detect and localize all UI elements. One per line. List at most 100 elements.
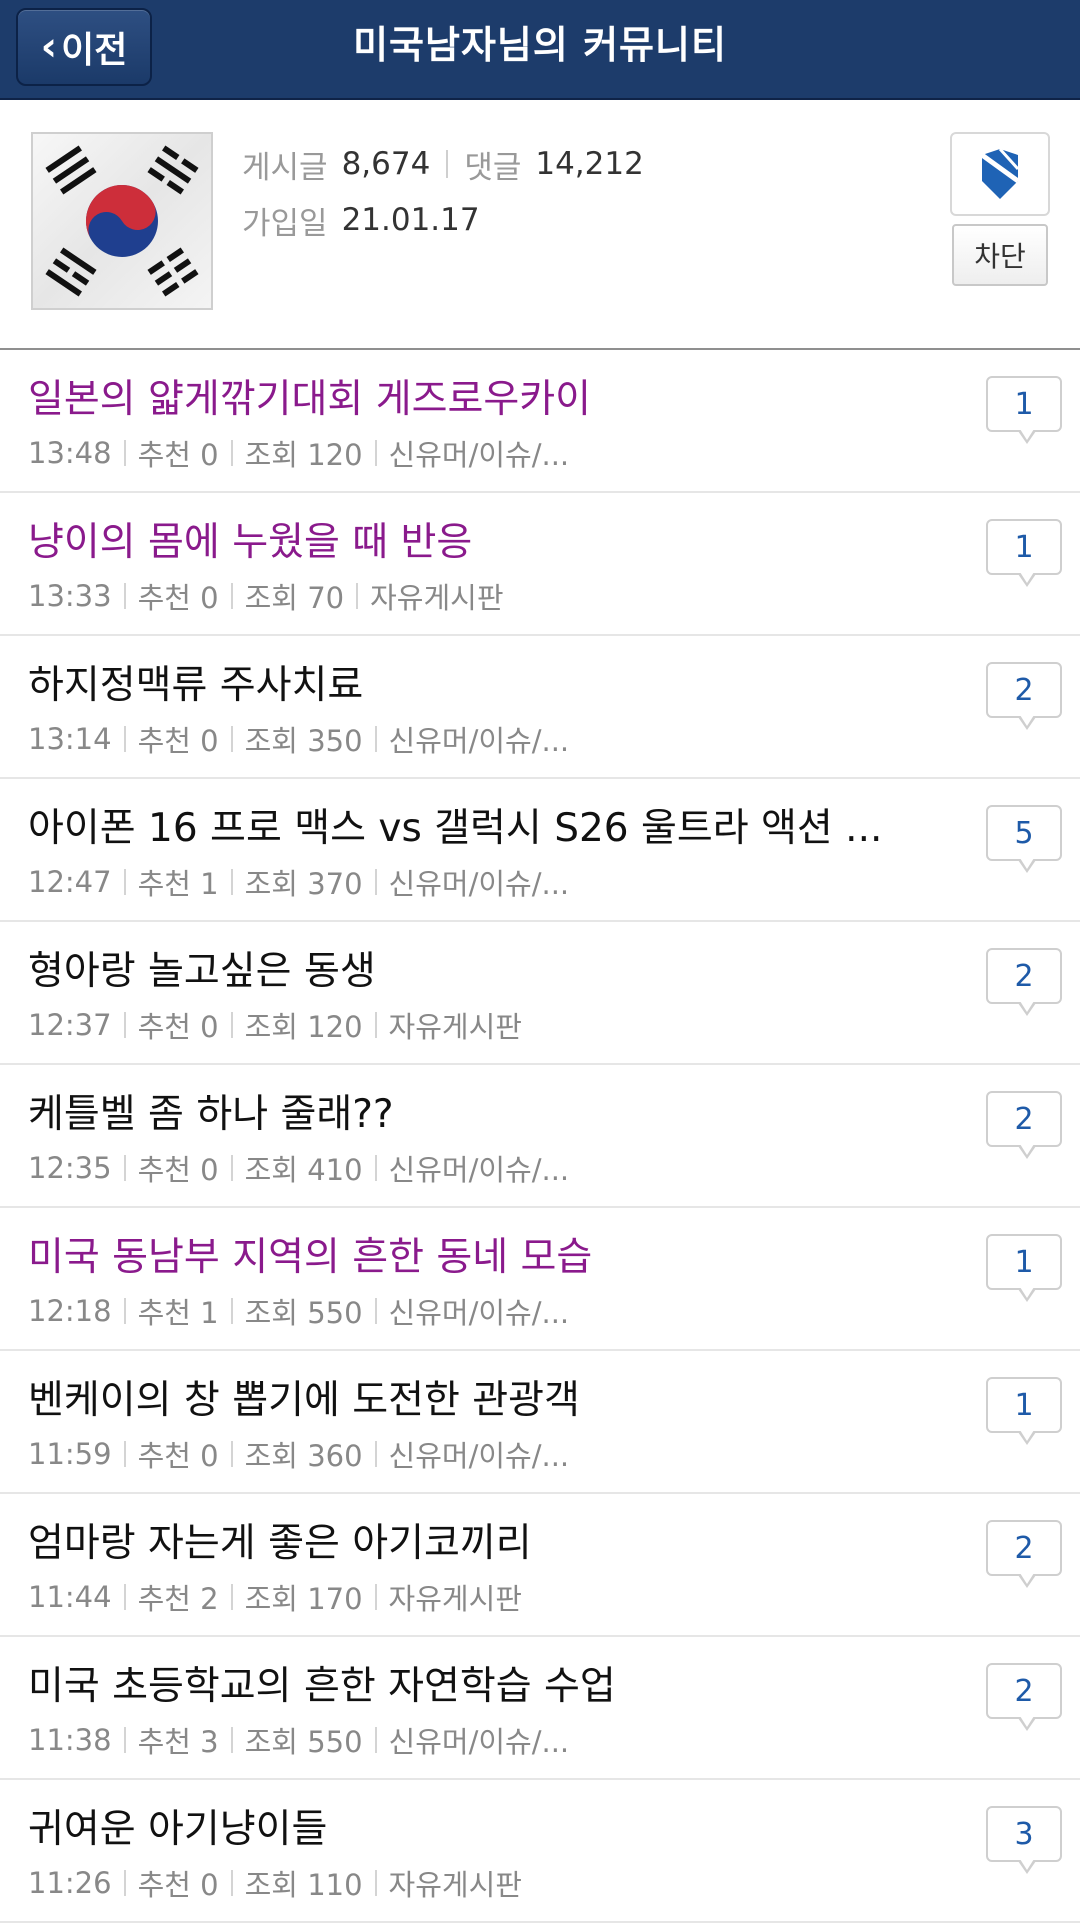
post-title[interactable]: 미국 초등학교의 흔한 자연학습 수업 (28, 1655, 616, 1711)
post-title[interactable]: 일본의 얇게깎기대회 게즈로우카이 (28, 368, 591, 424)
post-time: 11:38 (28, 1723, 112, 1757)
comment-count-badge[interactable]: 1 (986, 519, 1062, 587)
post-view-count: 조회 120 (244, 1010, 363, 1044)
post-recommend-count: 추천 0 (137, 724, 219, 758)
avatar (31, 132, 213, 310)
meta-divider (374, 1870, 377, 1896)
comments-label: 댓글 (464, 149, 522, 186)
block-button[interactable]: 차단 (952, 224, 1048, 286)
comment-count-badge[interactable]: 2 (986, 662, 1062, 730)
meta-divider (230, 1870, 233, 1896)
post-time: 11:44 (28, 1580, 112, 1614)
post-title[interactable]: 벤케이의 창 뽑기에 도전한 관광객 (28, 1369, 580, 1425)
meta-divider (374, 1727, 377, 1753)
post-meta: 13:33 추천 0 조회 70 자유게시판 (28, 575, 504, 617)
meta-divider (123, 1298, 126, 1324)
meta-divider (374, 869, 377, 895)
bookmark-button[interactable] (950, 132, 1050, 216)
stats-divider (446, 150, 449, 178)
post-time: 13:14 (28, 722, 112, 756)
post-title[interactable]: 냥이의 몸에 누웠을 때 반응 (28, 511, 472, 567)
meta-divider (123, 869, 126, 895)
post-meta: 12:47 추천 1 조회 370 신유머/이슈/... (28, 861, 569, 903)
post-title[interactable]: 아이폰 16 프로 맥스 vs 갤럭시 S26 울트라 액션 ... (28, 797, 882, 853)
meta-divider (123, 583, 126, 609)
comment-count-badge[interactable]: 1 (986, 1234, 1062, 1302)
post-list: 일본의 얇게깎기대회 게즈로우카이 13:48 추천 0 조회 120 신유머/… (0, 350, 1080, 1923)
comment-count-badge[interactable]: 2 (986, 1520, 1062, 1588)
meta-divider (374, 1584, 377, 1610)
post-recommend-count: 추천 0 (137, 581, 219, 615)
meta-divider (123, 726, 126, 752)
meta-divider (374, 1441, 377, 1467)
post-view-count: 조회 350 (244, 724, 363, 758)
post-time: 12:35 (28, 1151, 112, 1185)
post-time: 12:37 (28, 1008, 112, 1042)
post-row[interactable]: 형아랑 놀고싶은 동생 12:37 추천 0 조회 120 자유게시판 2 (0, 922, 1080, 1065)
post-title[interactable]: 엄마랑 자는게 좋은 아기코끼리 (28, 1512, 532, 1568)
post-recommend-count: 추천 0 (137, 438, 219, 472)
meta-divider (123, 1870, 126, 1896)
post-title[interactable]: 귀여운 아기냥이들 (28, 1798, 327, 1854)
comment-count-badge[interactable]: 5 (986, 805, 1062, 873)
meta-divider (230, 583, 233, 609)
meta-divider (123, 440, 126, 466)
joined-label: 가입일 (242, 205, 328, 242)
meta-divider (230, 1584, 233, 1610)
post-time: 12:18 (28, 1294, 112, 1328)
post-board-name: 신유머/이슈/... (388, 1153, 570, 1187)
meta-divider (374, 440, 377, 466)
joined-date: 21.01.17 (341, 202, 480, 238)
post-recommend-count: 추천 1 (137, 1296, 219, 1330)
post-row[interactable]: 냥이의 몸에 누웠을 때 반응 13:33 추천 0 조회 70 자유게시판 1 (0, 493, 1080, 636)
post-row[interactable]: 엄마랑 자는게 좋은 아기코끼리 11:44 추천 2 조회 170 자유게시판… (0, 1494, 1080, 1637)
post-row[interactable]: 일본의 얇게깎기대회 게즈로우카이 13:48 추천 0 조회 120 신유머/… (0, 350, 1080, 493)
comment-count-badge[interactable]: 2 (986, 1663, 1062, 1731)
post-row[interactable]: 미국 초등학교의 흔한 자연학습 수업 11:38 추천 3 조회 550 신유… (0, 1637, 1080, 1780)
post-row[interactable]: 귀여운 아기냥이들 11:26 추천 0 조회 110 자유게시판 3 (0, 1780, 1080, 1923)
post-view-count: 조회 170 (244, 1582, 363, 1616)
post-row[interactable]: 아이폰 16 프로 맥스 vs 갤럭시 S26 울트라 액션 ... 12:47… (0, 779, 1080, 922)
post-recommend-count: 추천 3 (137, 1725, 219, 1759)
post-meta: 12:35 추천 0 조회 410 신유머/이슈/... (28, 1147, 569, 1189)
post-board-name: 자유게시판 (388, 1010, 522, 1044)
post-title[interactable]: 형아랑 놀고싶은 동생 (28, 940, 376, 996)
post-board-name: 자유게시판 (388, 1868, 522, 1902)
comment-count-badge[interactable]: 1 (986, 376, 1062, 444)
bookmark-icon (980, 147, 1020, 199)
meta-divider (374, 1155, 377, 1181)
post-view-count: 조회 360 (244, 1439, 363, 1473)
post-title[interactable]: 미국 동남부 지역의 흔한 동네 모습 (28, 1226, 592, 1282)
post-view-count: 조회 110 (244, 1868, 363, 1902)
comment-count-badge[interactable]: 1 (986, 1377, 1062, 1445)
meta-divider (123, 1584, 126, 1610)
comment-count-badge[interactable]: 2 (986, 1091, 1062, 1159)
comment-count-badge[interactable]: 3 (986, 1806, 1062, 1874)
meta-divider (374, 1012, 377, 1038)
meta-divider (374, 726, 377, 752)
post-row[interactable]: 벤케이의 창 뽑기에 도전한 관광객 11:59 추천 0 조회 360 신유머… (0, 1351, 1080, 1494)
post-meta: 12:37 추천 0 조회 120 자유게시판 (28, 1004, 522, 1046)
post-time: 11:59 (28, 1437, 112, 1471)
meta-divider (230, 869, 233, 895)
comment-count-badge[interactable]: 2 (986, 948, 1062, 1016)
post-title[interactable]: 하지정맥류 주사치료 (28, 654, 363, 710)
post-meta: 11:59 추천 0 조회 360 신유머/이슈/... (28, 1433, 569, 1475)
posts-label: 게시글 (242, 149, 328, 186)
post-row[interactable]: 케틀벨 좀 하나 줄래?? 12:35 추천 0 조회 410 신유머/이슈/.… (0, 1065, 1080, 1208)
post-board-name: 자유게시판 (370, 581, 504, 615)
post-meta: 13:48 추천 0 조회 120 신유머/이슈/... (28, 432, 569, 474)
meta-divider (123, 1012, 126, 1038)
post-row[interactable]: 하지정맥류 주사치료 13:14 추천 0 조회 350 신유머/이슈/... … (0, 636, 1080, 779)
join-date-row: 가입일 21.01.17 (242, 192, 644, 248)
meta-divider (230, 440, 233, 466)
post-meta: 11:38 추천 3 조회 550 신유머/이슈/... (28, 1719, 569, 1761)
meta-divider (230, 726, 233, 752)
meta-divider (230, 1441, 233, 1467)
post-row[interactable]: 미국 동남부 지역의 흔한 동네 모습 12:18 추천 1 조회 550 신유… (0, 1208, 1080, 1351)
post-title[interactable]: 케틀벨 좀 하나 줄래?? (28, 1083, 394, 1139)
post-view-count: 조회 410 (244, 1153, 363, 1187)
meta-divider (123, 1155, 126, 1181)
profile-stats: 게시글 8,674 댓글 14,212 가입일 21.01.17 (242, 136, 644, 248)
post-meta: 13:14 추천 0 조회 350 신유머/이슈/... (28, 718, 569, 760)
